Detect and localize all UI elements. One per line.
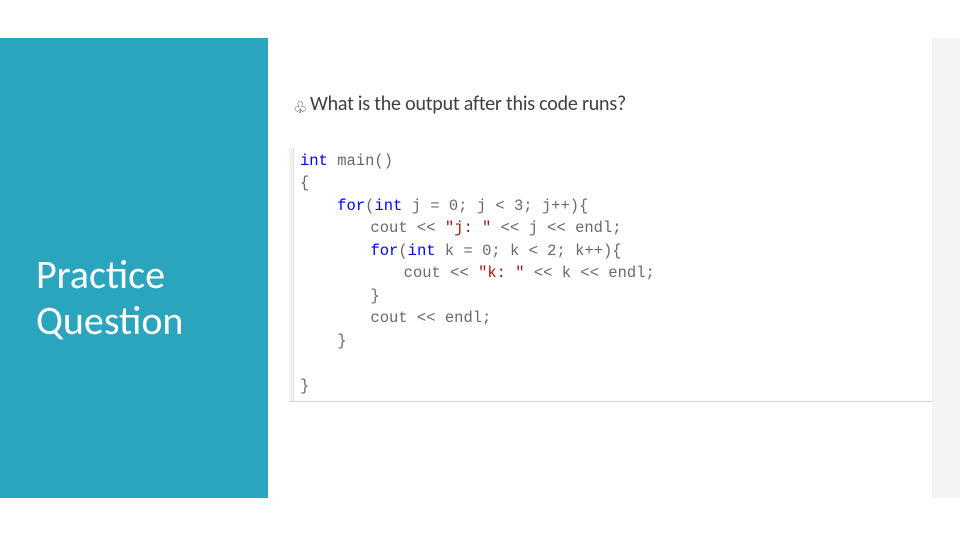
question-text: What is the output after this code runs? — [310, 92, 626, 116]
code-token: "k: " — [478, 264, 525, 282]
right-stripe — [932, 38, 960, 498]
code-token: k = 0; k < 2; k++){ — [436, 242, 622, 260]
code-token — [300, 240, 333, 262]
code-token: << j << endl; — [491, 219, 621, 237]
code-token: cout << — [366, 264, 478, 282]
code-token — [300, 217, 333, 239]
code-token: j = 0; j < 3; j++){ — [402, 197, 588, 215]
code-token: main() — [328, 152, 393, 170]
title-panel: Practice Question — [0, 38, 268, 498]
code-token — [333, 242, 370, 260]
slide-title: Practice Question — [36, 252, 183, 344]
code-block: int main() { for(int j = 0; j < 3; j++){… — [289, 148, 933, 402]
code-token: cout << endl; — [333, 309, 491, 327]
code-token: } — [333, 287, 380, 305]
code-token: int — [300, 152, 328, 170]
code-token — [300, 197, 337, 215]
slide: Practice Question ♧ What is the output a… — [0, 0, 960, 540]
title-line-2: Question — [36, 296, 183, 345]
code-token: { — [300, 174, 309, 192]
code-content: int main() { for(int j = 0; j < 3; j++){… — [294, 148, 933, 401]
code-token: for — [337, 197, 365, 215]
code-token — [300, 262, 333, 284]
code-token: int — [408, 242, 436, 260]
code-token: } — [337, 332, 346, 350]
code-gutter — [289, 148, 294, 401]
code-token: cout << — [333, 219, 445, 237]
code-token: << k << endl; — [525, 264, 655, 282]
code-token: int — [374, 197, 402, 215]
bullet-icon: ♧ — [293, 98, 307, 118]
code-token: ( — [398, 242, 407, 260]
code-token — [300, 332, 337, 350]
code-token: } — [300, 377, 309, 395]
code-token — [300, 285, 333, 307]
code-token — [333, 262, 366, 284]
title-line-1: Practice — [36, 250, 165, 299]
code-token: for — [370, 242, 398, 260]
code-token — [300, 307, 333, 329]
code-token: "j: " — [445, 219, 492, 237]
